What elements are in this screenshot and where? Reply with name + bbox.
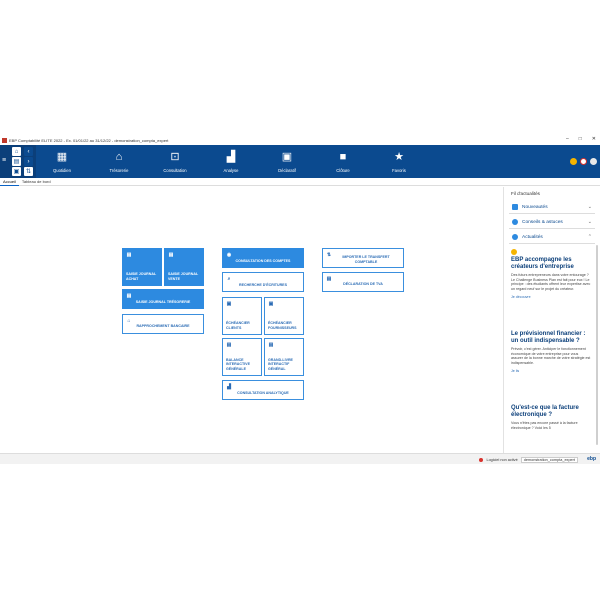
- tile-importer-transfert[interactable]: ⇅ Importer le transfert comptable: [322, 248, 404, 268]
- menu-icon[interactable]: ≡: [2, 157, 8, 164]
- help-icon[interactable]: [580, 158, 587, 165]
- news-link[interactable]: Je lis: [511, 369, 591, 373]
- sort-icon[interactable]: ⇅: [24, 167, 33, 176]
- user-icon: ▣: [268, 301, 274, 307]
- ribbon-consultation[interactable]: ⊡ Consultation: [147, 145, 203, 178]
- panel-title: Fil d'actualités: [511, 191, 540, 196]
- tile-consultation-analytique[interactable]: ▟ Consultation analytique: [222, 380, 304, 400]
- news-item: Qu'est-ce que la facture électronique ? …: [511, 405, 579, 430]
- ribbon: ≡ ⌂ ‹ ▤ › ▣ ⇅ ▦ Quotidien ⌂ Trésorerie ⊡…: [0, 145, 600, 178]
- chevron-down-icon: ⌄: [587, 204, 592, 210]
- transfer-icon: ⇅: [326, 252, 332, 258]
- news-icon: [512, 204, 518, 210]
- ribbon-tresorerie[interactable]: ⌂ Trésorerie: [91, 145, 147, 178]
- form-icon: ▤: [126, 252, 132, 258]
- section-conseils[interactable]: Conseils & astuces ⌄: [509, 216, 595, 229]
- chart-icon: ▟: [226, 151, 236, 163]
- news-panel: Fil d'actualités Nouveautés ⌄ Conseils &…: [503, 187, 600, 455]
- document-icon: ▤: [226, 342, 232, 348]
- ribbon-declaratif[interactable]: ▣ Déclaratif: [259, 145, 315, 178]
- warning-icon: [479, 458, 484, 462]
- title-bar: EBP Comptabilité ELITE 2022 - Ex. 01/01/…: [0, 135, 600, 145]
- chart-icon: ▟: [227, 384, 231, 390]
- tile-consultation-comptes[interactable]: ◉ Consultation des comptes: [222, 248, 304, 268]
- quick-access-bar: ≡ ⌂ ‹ ▤ › ▣ ⇅: [0, 145, 36, 178]
- tile-saisie-journal-vente[interactable]: ▤ Saisie journal vente: [164, 248, 204, 286]
- home-icon[interactable]: ⌂: [12, 147, 21, 156]
- user-icon[interactable]: [590, 158, 597, 165]
- news-item: Le prévisionnel financier : un outil ind…: [511, 331, 591, 373]
- app-logo-icon: [2, 137, 7, 143]
- notification-icon[interactable]: [570, 158, 577, 165]
- globe-icon: [512, 234, 518, 240]
- status-bar: Logiciel non activé demonstration_compta…: [0, 453, 600, 464]
- tile-balance-interactive[interactable]: ▤ Balance interactive générale: [222, 338, 262, 376]
- ribbon-quotidien[interactable]: ▦ Quotidien: [34, 145, 90, 178]
- tip-icon: [512, 219, 518, 225]
- window-title: EBP Comptabilité ELITE 2022 - Ex. 01/01/…: [9, 137, 169, 143]
- lock-icon: ■: [339, 151, 347, 163]
- user-icon: ▣: [226, 301, 232, 307]
- tile-saisie-journal-tresorerie[interactable]: ▤ Saisie journal trésorerie: [122, 289, 204, 309]
- document-icon: ▤: [268, 342, 274, 348]
- ribbon-right-icons: [570, 158, 597, 165]
- form-icon: ▤: [168, 252, 174, 258]
- activation-status[interactable]: Logiciel non activé: [486, 458, 517, 462]
- expand-icon[interactable]: ›: [24, 157, 33, 166]
- tab-bar: Accueil Tableau de bord: [0, 178, 600, 186]
- tile-echeancier-fournisseurs[interactable]: ▣ Échéancier fournisseurs: [264, 297, 304, 335]
- ribbon-analyse[interactable]: ▟ Analyse: [203, 145, 259, 178]
- bank-icon: ⌂: [115, 151, 123, 163]
- form-icon: ▣: [281, 151, 293, 163]
- window-icon[interactable]: ▣: [12, 167, 21, 176]
- news-link[interactable]: Je découvre: [511, 295, 591, 299]
- calendar-icon: ▦: [56, 151, 68, 163]
- tile-grand-livre[interactable]: ▤ Grand-livre interactif général: [264, 338, 304, 376]
- home-content: ▤ Saisie journal achat ▤ Saisie journal …: [0, 187, 503, 455]
- creator-icon: [511, 249, 517, 255]
- tile-saisie-journal-achat[interactable]: ▤ Saisie journal achat: [122, 248, 162, 286]
- news-item: EBP accompagne les créateurs d'entrepris…: [511, 249, 591, 299]
- application-window: EBP Comptabilité ELITE 2022 - Ex. 01/01/…: [0, 135, 600, 465]
- section-actualites[interactable]: Actualités ⌃: [509, 231, 595, 244]
- tab-tableau-de-bord[interactable]: Tableau de bord: [19, 178, 54, 186]
- maximize-button[interactable]: □: [579, 136, 582, 142]
- tile-rapprochement-bancaire[interactable]: ⌂ Rapprochement bancaire: [122, 314, 204, 334]
- section-nouveautes[interactable]: Nouveautés ⌄: [509, 201, 595, 214]
- print-icon[interactable]: ▤: [12, 157, 21, 166]
- tile-declaration-tva[interactable]: ▤ Déclaration de TVA: [322, 272, 404, 292]
- search-icon: ⌕: [227, 276, 231, 282]
- eye-icon: ◉: [226, 252, 232, 258]
- ribbon-cloture[interactable]: ■ Clôture: [315, 145, 371, 178]
- chevron-down-icon: ⌄: [587, 219, 592, 225]
- back-icon[interactable]: ‹: [24, 147, 33, 156]
- ebp-logo: ebp: [587, 456, 596, 462]
- chevron-up-icon: ⌃: [587, 234, 592, 240]
- tile-echeancier-clients[interactable]: ▣ Échéancier clients: [222, 297, 262, 335]
- close-button[interactable]: ✕: [592, 136, 596, 142]
- minimize-button[interactable]: –: [566, 136, 569, 142]
- star-icon: ★: [394, 151, 404, 163]
- search-document-icon: ⊡: [170, 151, 180, 163]
- panel-scrollbar[interactable]: [596, 245, 598, 445]
- tile-recherche-ecritures[interactable]: ⌕ Recherche d'écritures: [222, 272, 304, 292]
- ribbon-favoris[interactable]: ★ Favoris: [371, 145, 427, 178]
- form-icon: ▤: [126, 293, 132, 299]
- database-name: demonstration_compta_expert: [520, 457, 578, 463]
- tab-accueil[interactable]: Accueil: [0, 178, 19, 186]
